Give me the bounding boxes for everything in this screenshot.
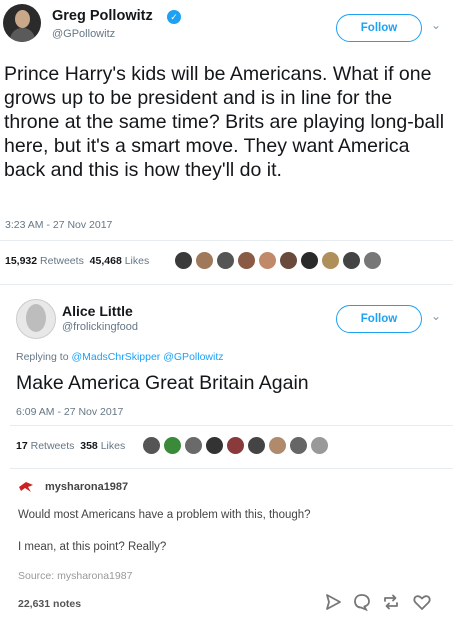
share-arrow-icon[interactable]: [323, 592, 343, 612]
follow-button[interactable]: Follow: [336, 14, 422, 42]
liker-avatar[interactable]: [174, 251, 193, 270]
author-name[interactable]: Greg Pollowitz: [52, 8, 153, 24]
chevron-down-icon[interactable]: ⌄: [431, 18, 441, 32]
tweet-text: Prince Harry's kids will be Americans. W…: [4, 63, 445, 181]
liker-avatar[interactable]: [142, 436, 161, 455]
author-handle[interactable]: @frolickingfood: [62, 321, 138, 333]
post-body-line: I mean, at this point? Really?: [18, 541, 167, 553]
divider: [10, 468, 453, 469]
liker-avatar[interactable]: [247, 436, 266, 455]
notes-count[interactable]: 22,631 notes: [18, 598, 81, 610]
liker-avatar[interactable]: [184, 436, 203, 455]
liker-avatar[interactable]: [279, 251, 298, 270]
avatar[interactable]: [3, 4, 41, 42]
like-count[interactable]: 45,468: [90, 255, 122, 267]
post-body-line: Would most Americans have a problem with…: [18, 509, 311, 521]
author-name[interactable]: Alice Little: [62, 303, 133, 319]
reply-prefix: Replying to: [16, 351, 69, 363]
liker-avatar[interactable]: [321, 251, 340, 270]
liker-avatars: [142, 436, 329, 455]
divider: [0, 240, 453, 241]
avatar[interactable]: [16, 299, 56, 339]
liker-avatar[interactable]: [195, 251, 214, 270]
author-handle[interactable]: @GPollowitz: [52, 28, 115, 40]
liker-avatar[interactable]: [258, 251, 277, 270]
follow-button[interactable]: Follow: [336, 305, 422, 333]
liker-avatar[interactable]: [216, 251, 235, 270]
liker-avatars: [174, 251, 382, 270]
reply-bubble-icon[interactable]: [352, 592, 372, 612]
replying-to: Replying to @MadsChrSkipper @GPollowitz: [16, 351, 224, 363]
reply-mention-link[interactable]: @GPollowitz: [163, 351, 223, 363]
liker-avatar[interactable]: [237, 251, 256, 270]
tweet-timestamp[interactable]: 3:23 AM - 27 Nov 2017: [5, 219, 112, 231]
user-avatar-icon[interactable]: [18, 478, 34, 494]
tweet-text: Make America Great Britain Again: [16, 372, 309, 394]
engagement-stats: 17 Retweets 358 Likes: [16, 440, 125, 452]
source-link[interactable]: mysharona1987: [57, 570, 132, 582]
reblog-icon[interactable]: [381, 592, 401, 612]
like-label: Likes: [100, 440, 126, 452]
liker-avatar[interactable]: [363, 251, 382, 270]
engagement-stats: 15,932 Retweets 45,468 Likes: [5, 255, 149, 267]
liker-avatar[interactable]: [300, 251, 319, 270]
post-username[interactable]: mysharona1987: [45, 481, 128, 493]
post-source: Source: mysharona1987: [18, 570, 132, 582]
retweet-label: Retweets: [40, 255, 84, 267]
divider: [0, 284, 453, 285]
tweet-greg-pollowitz: Greg Pollowitz ✓ @GPollowitz Follow ⌄ Pr…: [0, 0, 453, 288]
liker-avatar[interactable]: [289, 436, 308, 455]
retweet-count[interactable]: 15,932: [5, 255, 37, 267]
liker-avatar[interactable]: [310, 436, 329, 455]
retweet-count[interactable]: 17: [16, 440, 28, 452]
tweet-timestamp[interactable]: 6:09 AM - 27 Nov 2017: [16, 406, 123, 418]
liker-avatar[interactable]: [268, 436, 287, 455]
retweet-label: Retweets: [30, 440, 75, 452]
heart-icon[interactable]: [412, 592, 432, 612]
liker-avatar[interactable]: [163, 436, 182, 455]
liker-avatar[interactable]: [205, 436, 224, 455]
reply-mention-link[interactable]: @MadsChrSkipper: [71, 351, 160, 363]
verified-badge-icon: ✓: [167, 10, 181, 24]
source-label: Source:: [18, 570, 55, 582]
chevron-down-icon[interactable]: ⌄: [431, 309, 441, 323]
liker-avatar[interactable]: [226, 436, 245, 455]
like-label: Likes: [124, 255, 150, 267]
liker-avatar[interactable]: [342, 251, 361, 270]
like-count[interactable]: 358: [80, 440, 98, 452]
divider: [10, 425, 453, 426]
